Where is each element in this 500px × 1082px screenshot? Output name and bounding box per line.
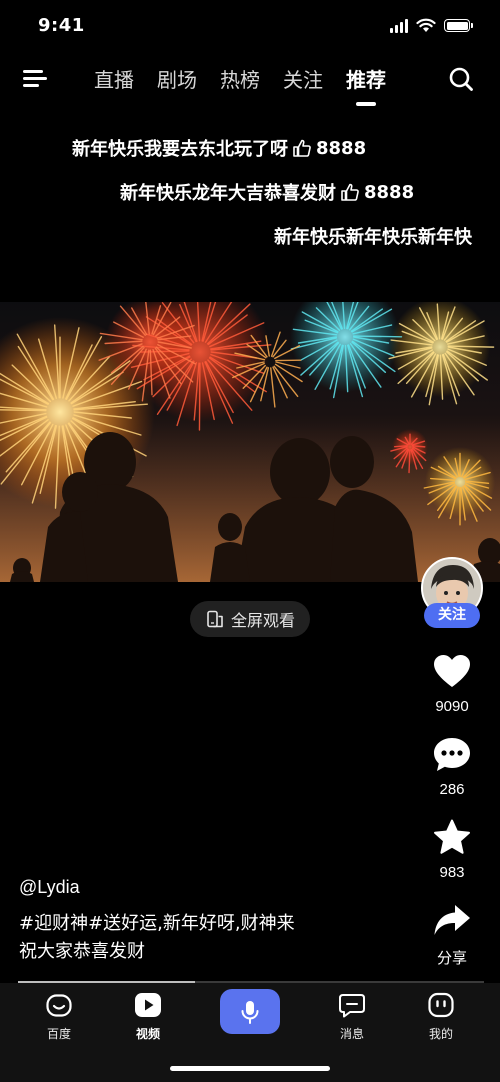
baidu-face-icon: [46, 994, 72, 1017]
nav-item-baidu[interactable]: 百度: [29, 991, 89, 1042]
tab-recommended[interactable]: 推荐: [346, 66, 386, 100]
profile-face-icon: [428, 992, 454, 1018]
tab-hot-list[interactable]: 热榜: [220, 66, 260, 100]
home-indicator: [170, 1066, 330, 1071]
danmaku-comment: 新年快乐新年快乐新年快: [274, 223, 472, 249]
nav-label: 视频: [135, 1027, 160, 1041]
post-caption: #迎财神#送好运,新年好呀,财神来 祝大家恭喜发财: [19, 910, 319, 966]
firework-streak: [270, 367, 276, 408]
status-icons: [390, 18, 473, 33]
like-button[interactable]: 9090: [421, 652, 483, 715]
favorite-button[interactable]: 983: [421, 818, 483, 881]
firework-streak: [352, 335, 403, 338]
danmaku-comment: 新年快乐我要去东北玩了呀 8888: [72, 135, 366, 161]
tab-theater[interactable]: 剧场: [157, 66, 197, 100]
battery-icon: [444, 19, 473, 32]
firework-streak: [408, 449, 411, 474]
fullscreen-label: 全屏观看: [230, 611, 295, 630]
microphone-icon: [241, 1000, 259, 1024]
like-count: 9090: [435, 698, 469, 715]
danmaku-text: 新年快乐我要去东北玩了呀: [72, 139, 288, 160]
status-time: 9:41: [38, 15, 85, 36]
fireworks-scene: [0, 302, 500, 582]
search-icon[interactable]: [448, 66, 474, 92]
feed-tabs: 直播 剧场 热榜 关注 推荐: [94, 66, 386, 100]
author-avatar-group: 关注: [421, 557, 483, 629]
nav-item-profile[interactable]: 我的: [411, 991, 471, 1042]
nav-label: 我的: [428, 1027, 453, 1041]
thumbs-up-icon: [341, 183, 359, 201]
fullscreen-button[interactable]: 全屏观看: [190, 601, 310, 637]
nav-item-messages[interactable]: 消息: [322, 991, 382, 1042]
author-name[interactable]: @Lydia: [19, 877, 80, 898]
voice-search-button[interactable]: [220, 989, 280, 1034]
share-label: 分享: [436, 950, 467, 967]
caption-line: #迎财神#送好运,新年好呀,财神来: [19, 913, 295, 934]
top-nav: 直播 剧场 热榜 关注 推荐: [0, 58, 500, 108]
status-bar: 9:41: [0, 0, 500, 54]
tab-following[interactable]: 关注: [283, 66, 323, 100]
danmaku-comment: 新年快乐龙年大吉恭喜发财 8888: [120, 179, 414, 205]
menu-icon[interactable]: [23, 68, 47, 90]
message-icon: [339, 994, 365, 1018]
cellular-signal-icon: [390, 18, 408, 33]
wifi-icon: [416, 18, 436, 32]
favorite-count: 983: [439, 864, 465, 881]
danmaku-likes: 8888: [316, 137, 367, 159]
nav-label: 百度: [46, 1027, 71, 1041]
play-icon: [135, 993, 161, 1017]
heart-icon: [434, 655, 470, 687]
danmaku-text: 新年快乐新年快乐新年快: [274, 227, 472, 248]
follow-button[interactable]: 关注: [424, 603, 480, 628]
thumbs-up-icon: [293, 139, 311, 157]
firework-streak: [393, 445, 408, 448]
video-player[interactable]: [0, 302, 500, 582]
firework-streak: [272, 366, 288, 399]
nav-label: 消息: [339, 1027, 364, 1041]
danmaku-text: 新年快乐龙年大吉恭喜发财: [120, 183, 336, 204]
caption-line: 祝大家恭喜发财: [19, 941, 145, 962]
danmaku-likes: 8888: [364, 181, 415, 203]
comment-button[interactable]: 286: [421, 735, 483, 798]
nav-item-video[interactable]: 视频: [118, 991, 178, 1042]
comment-icon: [434, 738, 470, 771]
comment-count: 286: [439, 781, 465, 798]
star-icon: [434, 819, 470, 854]
fullscreen-icon: [207, 610, 223, 628]
tab-live[interactable]: 直播: [94, 66, 134, 100]
share-arrow-icon: [434, 905, 470, 935]
share-button[interactable]: 分享: [421, 901, 483, 968]
